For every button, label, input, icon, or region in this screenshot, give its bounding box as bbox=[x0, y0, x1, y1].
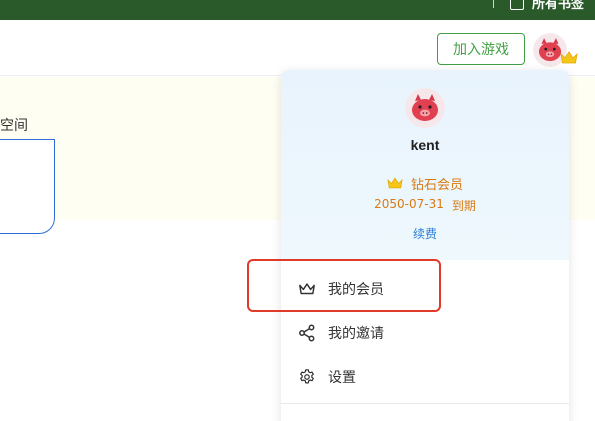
join-game-button[interactable]: 加入游戏 bbox=[437, 33, 525, 65]
expiry-date: 2050-07-31 bbox=[374, 197, 444, 211]
renew-link[interactable]: 续费 bbox=[281, 225, 569, 242]
user-dropdown-menu: kent 钻石会员 2050-07-31 到期 续费 我的会员 我的邀请 设置 bbox=[281, 70, 569, 421]
username: kent bbox=[410, 137, 440, 153]
membership-expiry: 2050-07-31 到期 bbox=[281, 197, 569, 214]
bookmark-folder-icon bbox=[510, 0, 524, 10]
membership-level: 钻石会员 bbox=[281, 174, 569, 193]
space-card-label: 空间 bbox=[0, 118, 28, 134]
highlight-box bbox=[247, 259, 441, 312]
all-bookmarks-button[interactable]: 所有书签 bbox=[510, 0, 584, 12]
menu-item-my-invites[interactable]: 我的邀请 bbox=[281, 313, 569, 353]
crown-icon bbox=[387, 177, 403, 189]
pig-avatar-icon bbox=[405, 88, 445, 128]
share-icon bbox=[299, 324, 315, 342]
bookmarks-separator bbox=[493, 0, 494, 8]
menu-divider bbox=[281, 403, 569, 404]
page-header: 加入游戏 bbox=[0, 20, 595, 76]
menu-item-settings[interactable]: 设置 bbox=[281, 357, 569, 397]
vip-crown-badge-icon bbox=[560, 51, 578, 64]
profile-avatar bbox=[405, 88, 445, 128]
membership-level-label: 钻石会员 bbox=[410, 178, 463, 193]
space-card[interactable] bbox=[0, 139, 55, 234]
menu-item-label: 我的邀请 bbox=[328, 326, 384, 342]
user-profile-panel: kent 钻石会员 2050-07-31 到期 续费 bbox=[281, 70, 569, 260]
gear-icon bbox=[300, 369, 314, 384]
expiry-suffix: 到期 bbox=[451, 199, 476, 213]
all-bookmarks-label: 所有书签 bbox=[532, 0, 585, 11]
bookmarks-bar: 所有书签 bbox=[0, 0, 595, 20]
menu-item-label: 设置 bbox=[328, 370, 356, 386]
